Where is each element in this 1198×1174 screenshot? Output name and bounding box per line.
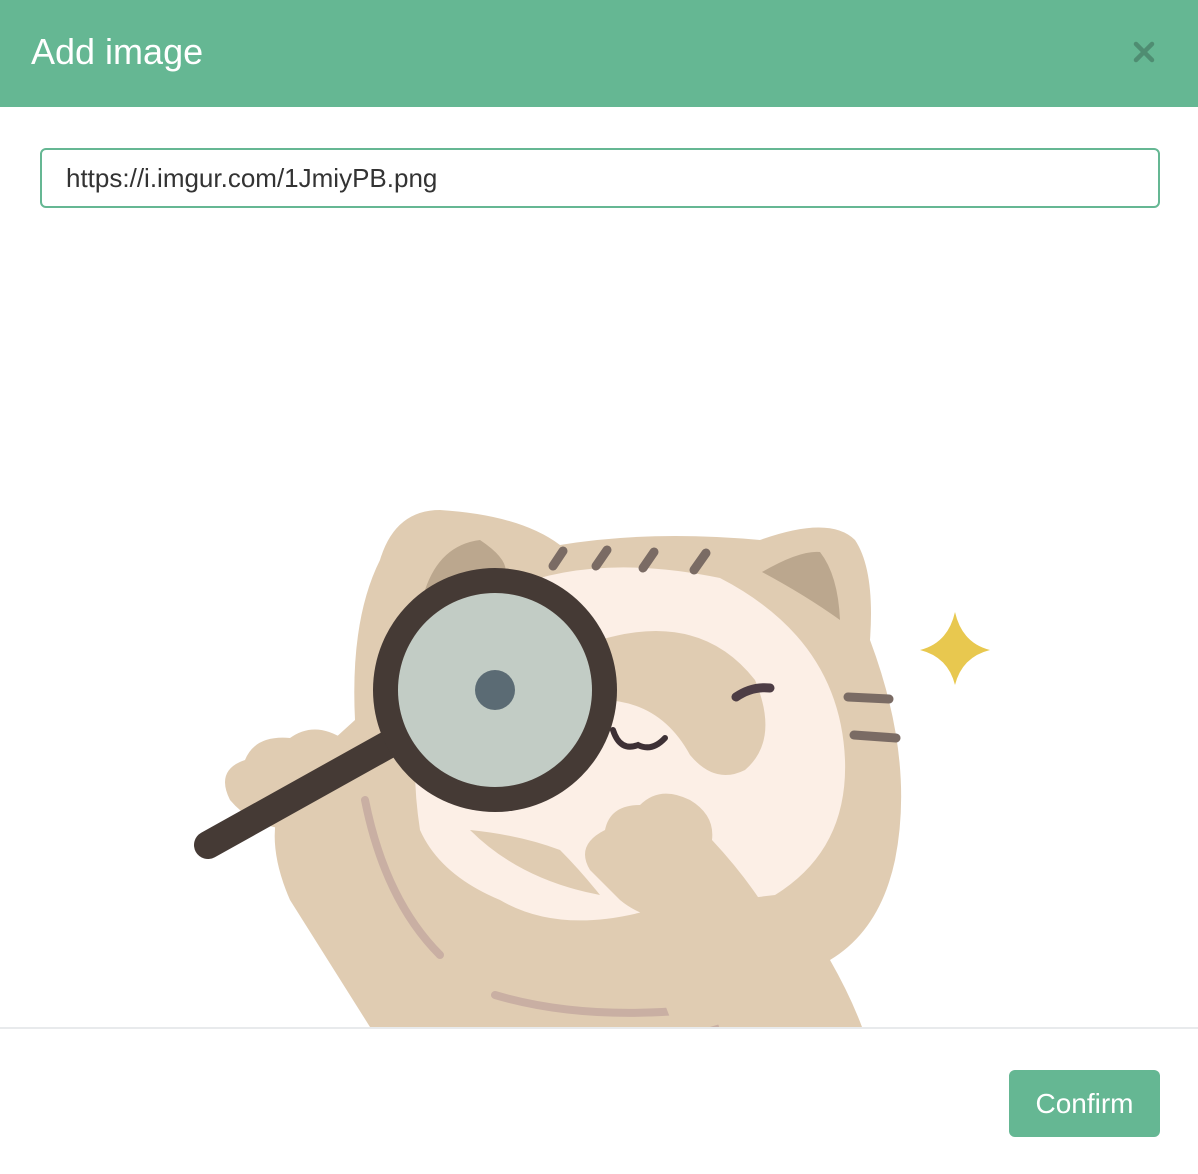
- add-image-dialog: Add image https://i.imgur.com/1JmiyPB.pn…: [0, 0, 1198, 1174]
- sparkle-icon: [920, 612, 990, 685]
- image-url-input[interactable]: [40, 148, 1160, 208]
- close-icon: [1133, 41, 1155, 63]
- footer-divider: [0, 1027, 1198, 1029]
- confirm-button[interactable]: Confirm: [1009, 1070, 1160, 1137]
- dialog-title: Add image: [31, 31, 204, 72]
- close-button[interactable]: [1128, 36, 1160, 68]
- image-preview: [0, 230, 1198, 1027]
- cat-illustration: [194, 510, 990, 1027]
- dialog-header: Add image: [0, 0, 1198, 107]
